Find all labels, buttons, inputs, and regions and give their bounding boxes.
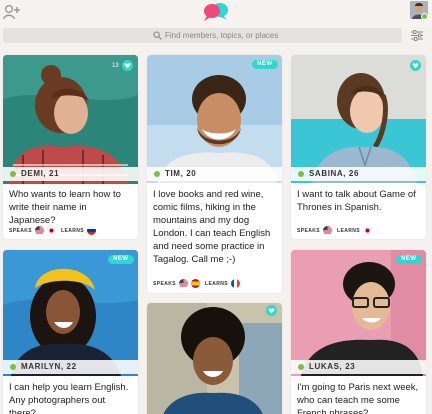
flag-ru-icon (87, 226, 96, 235)
name-bar: DEMI, 21 (3, 167, 138, 181)
language-row: SPEAKS LEARNS (297, 226, 421, 236)
flag-us-icon (323, 226, 332, 235)
flag-jp-icon (363, 226, 372, 235)
flag-es-icon (191, 279, 200, 288)
member-name: SABINA, 26 (309, 169, 360, 178)
member-name: DEMI, 21 (21, 169, 60, 178)
member-intro: Who wants to learn how to write their na… (9, 189, 121, 226)
online-indicator (10, 171, 16, 177)
heart-icon[interactable] (122, 60, 133, 71)
member-photo (291, 55, 426, 183)
chat-bubbles-logo[interactable] (203, 2, 229, 22)
member-intro: I can help you learn English. Any photog… (9, 382, 129, 414)
speaks-label: SPEAKS (9, 228, 32, 234)
name-bar: LUKAS, 23 (291, 360, 426, 374)
search-icon (153, 31, 162, 40)
member-card[interactable] (147, 303, 282, 414)
member-intro: I'm going to Paris next week, who can te… (297, 382, 419, 414)
name-bar: TIM, 20 (147, 167, 282, 181)
speaks-label: SPEAKS (297, 228, 320, 234)
flag-us-icon (35, 226, 44, 235)
search-bar[interactable]: Find members, topics, or places (3, 28, 402, 43)
learns-label: LEARNS (337, 228, 360, 234)
member-card[interactable]: NEW MARILYN, 22 I can help you learn Eng… (3, 250, 138, 414)
new-badge: NEW (108, 255, 134, 264)
heart-icon[interactable] (266, 305, 277, 316)
language-row: SPEAKS LEARNS (9, 226, 133, 236)
member-card[interactable]: NEW LUKAS, 23 I'm going to Paris next we… (291, 250, 426, 414)
online-indicator (10, 364, 16, 370)
language-row: SPEAKS LEARNS (153, 279, 277, 289)
flag-fr-icon (231, 279, 240, 288)
member-photo (3, 250, 138, 376)
favorite-count: 13 (112, 63, 119, 69)
member-photo (291, 250, 426, 376)
new-badge: NEW (396, 255, 422, 264)
member-intro: I love books and red wine, comic films, … (153, 189, 271, 265)
heart-icon[interactable] (410, 60, 421, 71)
member-photo (147, 303, 282, 414)
top-bar (0, 0, 432, 27)
speaks-label: SPEAKS (153, 281, 176, 287)
filter-icon[interactable] (411, 30, 423, 41)
online-indicator (298, 364, 304, 370)
member-photo (147, 55, 282, 183)
flag-us-icon (179, 279, 188, 288)
name-bar: SABINA, 26 (291, 167, 426, 181)
member-card[interactable]: NEW TIM, 20 I love books and red wine, c… (147, 55, 282, 293)
member-name: MARILYN, 22 (21, 362, 77, 371)
online-indicator (154, 171, 160, 177)
online-indicator (298, 171, 304, 177)
member-name: TIM, 20 (165, 169, 197, 178)
online-status-dot (421, 13, 428, 20)
member-name: LUKAS, 23 (309, 362, 356, 371)
new-badge: NEW (252, 60, 278, 69)
add-user-icon[interactable] (3, 4, 21, 20)
search-input[interactable]: Find members, topics, or places (165, 29, 278, 42)
learns-label: LEARNS (205, 281, 228, 287)
member-card[interactable]: SABINA, 26 I want to talk about Game of … (291, 55, 426, 239)
member-card[interactable]: 13 DEMI, 21 Who wants to learn how to wr… (3, 55, 138, 239)
learns-label: LEARNS (61, 228, 84, 234)
flag-jp-icon (47, 226, 56, 235)
name-bar: MARILYN, 22 (3, 360, 138, 374)
member-intro: I want to talk about Game of Thrones in … (297, 189, 416, 213)
member-photo (3, 55, 138, 184)
